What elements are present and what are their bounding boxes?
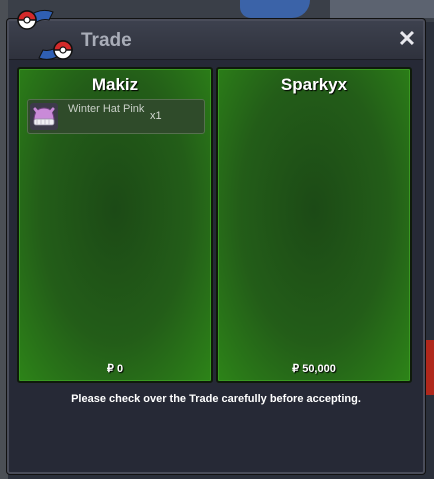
- offered-money: ₽ 0: [106, 363, 124, 375]
- partner-money: ₽ 50,000: [292, 363, 336, 375]
- player-name: Makiz: [91, 75, 139, 94]
- partner-offer-panel: Sparkyx ₽ 50,000: [216, 67, 412, 383]
- close-button[interactable]: ✕: [397, 28, 417, 50]
- window-title: Trade: [81, 30, 132, 51]
- item-name: Winter Hat Pink: [68, 103, 145, 115]
- my-offer-panel: Makiz Winter Hat Pink x1 ₽ 0: [17, 67, 213, 383]
- item-quantity: x1: [150, 110, 162, 122]
- trade-item-row[interactable]: Winter Hat Pink x1: [27, 99, 205, 134]
- winter-hat-icon: [30, 103, 58, 130]
- partner-name: Sparkyx: [280, 75, 348, 94]
- trade-window: Trade ✕ Makiz Winter Hat Pink x1 ₽ 0 Spa: [7, 9, 425, 474]
- trade-logo-icon: [17, 9, 73, 60]
- trade-warning-message: Please check over the Trade carefully be…: [71, 393, 361, 405]
